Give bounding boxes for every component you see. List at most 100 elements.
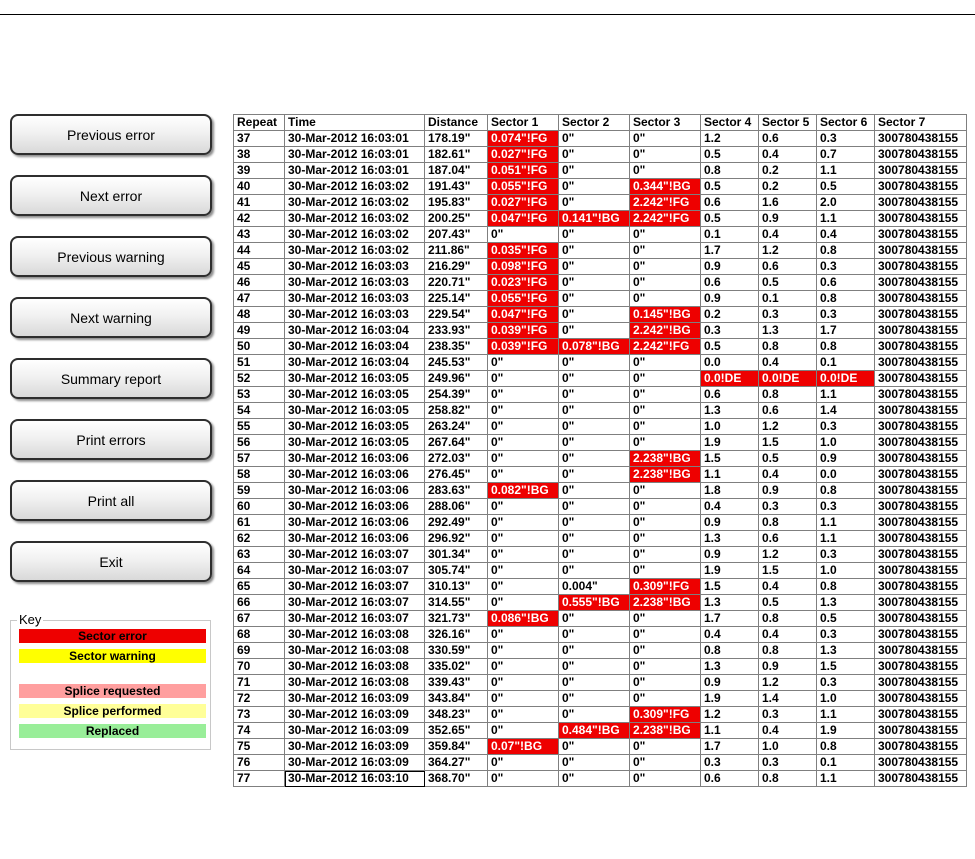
cell-repeat[interactable]: 46 (233, 274, 285, 291)
cell-sector-3[interactable]: 0" (629, 642, 701, 659)
cell-sector-3[interactable]: 0" (629, 370, 701, 387)
cell-sector-7[interactable]: 300780438155 (874, 658, 967, 675)
cell-sector-6[interactable]: 0.1 (816, 754, 875, 771)
cell-time[interactable]: 30-Mar-2012 16:03:03 (284, 258, 425, 275)
cell-time[interactable]: 30-Mar-2012 16:03:02 (284, 226, 425, 243)
cell-sector-6[interactable]: 1.4 (816, 402, 875, 419)
cell-sector-5[interactable]: 0.6 (758, 402, 817, 419)
cell-sector-6[interactable]: 0.5 (816, 178, 875, 195)
cell-sector-3[interactable]: 0.145"!BG (629, 306, 701, 323)
cell-time[interactable]: 30-Mar-2012 16:03:01 (284, 162, 425, 179)
cell-sector-6[interactable]: 0.3 (816, 258, 875, 275)
print-errors-button[interactable]: Print errors (10, 419, 212, 460)
table-row[interactable]: 41 30-Mar-2012 16:03:02 195.83" 0.027"!FG 0"… (233, 194, 967, 211)
cell-sector-1[interactable]: 0" (487, 450, 559, 467)
cell-sector-6[interactable]: 1.1 (816, 514, 875, 531)
cell-repeat[interactable]: 57 (233, 450, 285, 467)
cell-repeat[interactable]: 38 (233, 146, 285, 163)
table-row[interactable]: 70 30-Mar-2012 16:03:08 335.02" 0" 0" 0" 1.3 0.… (233, 658, 967, 675)
cell-sector-6[interactable]: 0.3 (816, 306, 875, 323)
cell-sector-1[interactable]: 0.039"!FG (487, 322, 559, 339)
cell-sector-1[interactable]: 0" (487, 418, 559, 435)
cell-sector-3[interactable]: 2.242"!FG (629, 194, 701, 211)
cell-time[interactable]: 30-Mar-2012 16:03:06 (284, 450, 425, 467)
cell-sector-4[interactable]: 0.3 (700, 754, 759, 771)
cell-distance[interactable]: 220.71" (424, 274, 488, 291)
cell-time[interactable]: 30-Mar-2012 16:03:01 (284, 146, 425, 163)
cell-time[interactable]: 30-Mar-2012 16:03:03 (284, 274, 425, 291)
cell-time[interactable]: 30-Mar-2012 16:03:06 (284, 482, 425, 499)
cell-repeat[interactable]: 68 (233, 626, 285, 643)
cell-repeat[interactable]: 39 (233, 162, 285, 179)
cell-sector-1[interactable]: 0.082"!BG (487, 482, 559, 499)
cell-sector-2[interactable]: 0" (558, 562, 630, 579)
cell-sector-1[interactable]: 0.027"!FG (487, 194, 559, 211)
cell-sector-3[interactable]: 0" (629, 258, 701, 275)
cell-repeat[interactable]: 58 (233, 466, 285, 483)
cell-sector-5[interactable]: 0.5 (758, 594, 817, 611)
cell-sector-7[interactable]: 300780438155 (874, 370, 967, 387)
cell-sector-4[interactable]: 1.2 (700, 706, 759, 723)
cell-sector-4[interactable]: 1.5 (700, 450, 759, 467)
col-header-sector-5[interactable]: Sector 5 (758, 114, 817, 131)
cell-sector-2[interactable]: 0" (558, 242, 630, 259)
cell-sector-4[interactable]: 1.5 (700, 578, 759, 595)
table-row[interactable]: 43 30-Mar-2012 16:03:02 207.43" 0" 0" 0" 0.1 0.… (233, 226, 967, 243)
cell-sector-5[interactable]: 0.5 (758, 450, 817, 467)
table-row[interactable]: 56 30-Mar-2012 16:03:05 267.64" 0" 0" 0" 1.9 1.… (233, 434, 967, 451)
cell-sector-2[interactable]: 0" (558, 226, 630, 243)
cell-sector-5[interactable]: 0.3 (758, 306, 817, 323)
cell-sector-5[interactable]: 1.5 (758, 562, 817, 579)
cell-repeat[interactable]: 73 (233, 706, 285, 723)
cell-sector-1[interactable]: 0" (487, 722, 559, 739)
cell-sector-4[interactable]: 0.2 (700, 306, 759, 323)
cell-sector-6[interactable]: 0.3 (816, 674, 875, 691)
cell-time[interactable]: 30-Mar-2012 16:03:02 (284, 210, 425, 227)
cell-sector-4[interactable]: 0.4 (700, 626, 759, 643)
cell-sector-6[interactable]: 0.5 (816, 610, 875, 627)
table-row[interactable]: 54 30-Mar-2012 16:03:05 258.82" 0" 0" 0" 1.3 0.… (233, 402, 967, 419)
cell-sector-7[interactable]: 300780438155 (874, 194, 967, 211)
cell-time[interactable]: 30-Mar-2012 16:03:08 (284, 626, 425, 643)
cell-distance[interactable]: 276.45" (424, 466, 488, 483)
table-row[interactable]: 46 30-Mar-2012 16:03:03 220.71" 0.023"!FG 0"… (233, 274, 967, 291)
table-row[interactable]: 65 30-Mar-2012 16:03:07 310.13" 0" 0.004" 0.3… (233, 578, 967, 595)
summary-report-button[interactable]: Summary report (10, 358, 212, 399)
cell-distance[interactable]: 254.39" (424, 386, 488, 403)
cell-sector-5[interactable]: 0.6 (758, 130, 817, 147)
cell-repeat[interactable]: 55 (233, 418, 285, 435)
cell-sector-1[interactable]: 0" (487, 226, 559, 243)
cell-repeat[interactable]: 43 (233, 226, 285, 243)
cell-sector-6[interactable]: 0.4 (816, 226, 875, 243)
table-row[interactable]: 38 30-Mar-2012 16:03:01 182.61" 0.027"!FG 0"… (233, 146, 967, 163)
cell-sector-1[interactable]: 0" (487, 690, 559, 707)
cell-time[interactable]: 30-Mar-2012 16:03:05 (284, 402, 425, 419)
cell-sector-1[interactable]: 0.055"!FG (487, 290, 559, 307)
cell-sector-2[interactable]: 0" (558, 514, 630, 531)
cell-repeat[interactable]: 47 (233, 290, 285, 307)
cell-distance[interactable]: 283.63" (424, 482, 488, 499)
cell-distance[interactable]: 335.02" (424, 658, 488, 675)
col-header-sector-4[interactable]: Sector 4 (700, 114, 759, 131)
cell-sector-1[interactable]: 0" (487, 370, 559, 387)
cell-repeat[interactable]: 69 (233, 642, 285, 659)
cell-repeat[interactable]: 65 (233, 578, 285, 595)
cell-sector-5[interactable]: 0.4 (758, 626, 817, 643)
cell-sector-2[interactable]: 0" (558, 386, 630, 403)
table-row[interactable]: 37 30-Mar-2012 16:03:01 178.19" 0.074"!FG 0"… (233, 130, 967, 147)
cell-sector-7[interactable]: 300780438155 (874, 514, 967, 531)
cell-repeat[interactable]: 71 (233, 674, 285, 691)
cell-sector-7[interactable]: 300780438155 (874, 226, 967, 243)
cell-time[interactable]: 30-Mar-2012 16:03:07 (284, 546, 425, 563)
cell-sector-4[interactable]: 0.5 (700, 338, 759, 355)
cell-sector-3[interactable]: 0.309"!FG (629, 706, 701, 723)
cell-sector-3[interactable]: 0" (629, 498, 701, 515)
cell-repeat[interactable]: 42 (233, 210, 285, 227)
cell-sector-7[interactable]: 300780438155 (874, 130, 967, 147)
cell-sector-7[interactable]: 300780438155 (874, 386, 967, 403)
cell-sector-5[interactable]: 0.5 (758, 274, 817, 291)
cell-sector-2[interactable]: 0" (558, 642, 630, 659)
cell-sector-3[interactable]: 0" (629, 226, 701, 243)
cell-sector-6[interactable]: 1.1 (816, 210, 875, 227)
cell-time[interactable]: 30-Mar-2012 16:03:06 (284, 498, 425, 515)
